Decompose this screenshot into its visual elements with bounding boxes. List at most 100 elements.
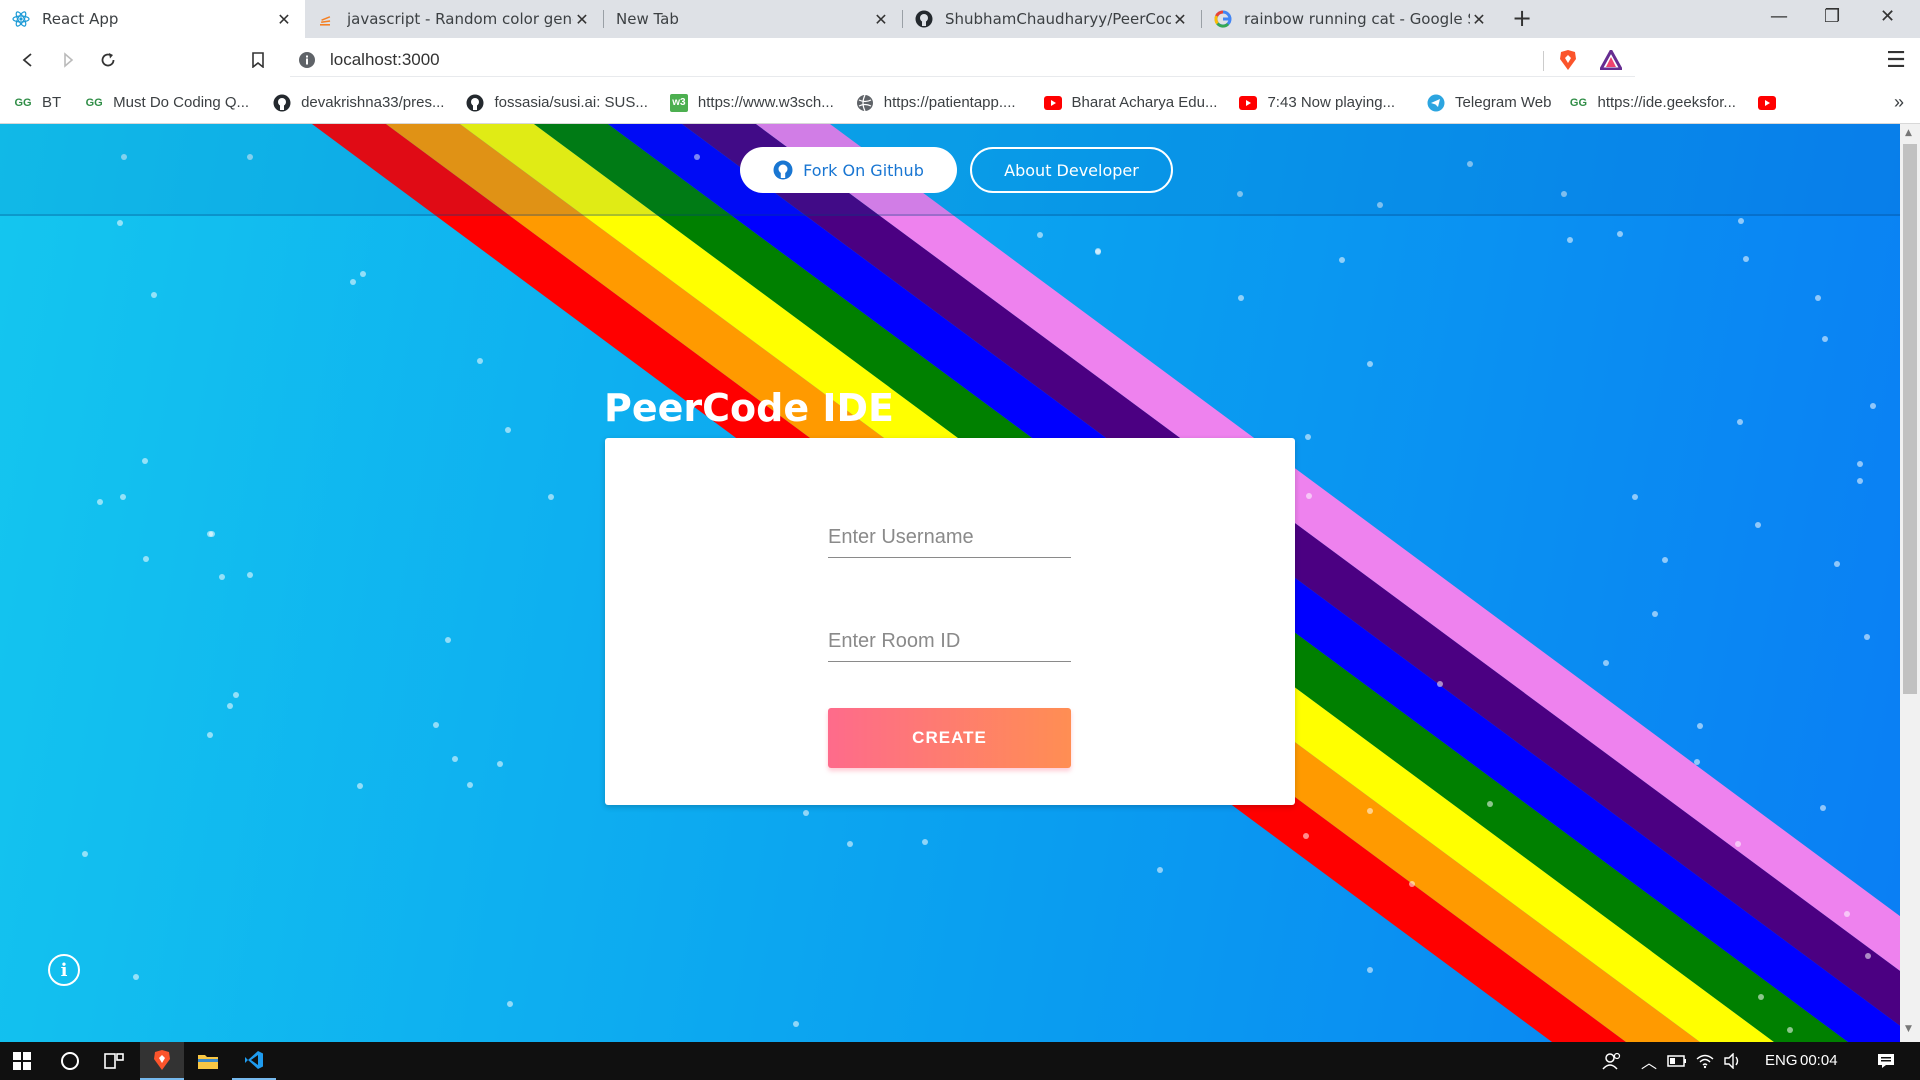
tab-github-peercode[interactable]: ShubhamChaudharyy/PeerCode-I ✕ bbox=[903, 0, 1201, 38]
navigation-bar: localhost:3000 ☰ bbox=[0, 38, 1920, 82]
url-text[interactable]: localhost:3000 bbox=[330, 50, 440, 70]
brave-browser-icon[interactable] bbox=[140, 1042, 184, 1080]
background-dot bbox=[1697, 723, 1703, 729]
reload-icon[interactable] bbox=[94, 46, 122, 74]
background-dot bbox=[467, 782, 473, 788]
youtube-icon[interactable] bbox=[1757, 95, 1776, 110]
background-dot bbox=[1743, 256, 1749, 262]
address-bar[interactable]: localhost:3000 bbox=[290, 43, 1635, 77]
task-view-icon[interactable] bbox=[92, 1042, 136, 1080]
telegram-icon bbox=[1427, 94, 1445, 112]
close-icon[interactable]: ✕ bbox=[1470, 10, 1488, 29]
background-dot bbox=[1822, 336, 1828, 342]
brave-rewards-icon[interactable] bbox=[1598, 47, 1624, 74]
background-dot bbox=[1857, 461, 1863, 467]
background-dot bbox=[227, 703, 233, 709]
background-dot bbox=[433, 722, 439, 728]
back-icon[interactable] bbox=[14, 46, 42, 74]
background-dot bbox=[143, 556, 149, 562]
tab-new-tab[interactable]: New Tab ✕ bbox=[604, 0, 902, 38]
background-dot bbox=[847, 841, 853, 847]
window-close-icon[interactable]: ✕ bbox=[1880, 6, 1895, 27]
bookmarks-overflow-button[interactable]: » bbox=[1894, 92, 1904, 113]
google-icon bbox=[1214, 10, 1232, 28]
tab-label: React App bbox=[42, 10, 119, 28]
scrollbar-thumb[interactable] bbox=[1903, 144, 1917, 694]
notifications-icon[interactable] bbox=[1866, 1042, 1906, 1080]
clock[interactable]: 00:04 bbox=[1800, 1052, 1838, 1069]
wifi-icon[interactable] bbox=[1692, 1042, 1718, 1080]
tab-javascript[interactable]: javascript - Random color generat ✕ bbox=[305, 0, 603, 38]
stackoverflow-icon bbox=[317, 10, 335, 28]
youtube-icon bbox=[1043, 94, 1062, 112]
username-input[interactable] bbox=[828, 518, 1071, 557]
info-icon[interactable]: i bbox=[48, 954, 80, 986]
room-id-field[interactable] bbox=[828, 622, 1071, 662]
background-dot bbox=[922, 839, 928, 845]
info-icon[interactable] bbox=[298, 51, 316, 73]
close-icon[interactable]: ✕ bbox=[275, 10, 293, 29]
background-dot bbox=[142, 458, 148, 464]
background-dot bbox=[1367, 361, 1373, 367]
page-viewport: Fork On Github About Developer PeerCode … bbox=[0, 124, 1900, 1042]
vscode-icon[interactable] bbox=[232, 1042, 276, 1080]
background-dot bbox=[1758, 994, 1764, 1000]
restore-icon[interactable]: ❐ bbox=[1824, 6, 1840, 27]
bookmark-item[interactable]: https://patientapp.... bbox=[856, 94, 1016, 112]
tab-label: rainbow running cat - Google Sear bbox=[1244, 10, 1470, 28]
tab-label: javascript - Random color generat bbox=[347, 10, 573, 28]
geeksforgeeks-icon: GG bbox=[85, 96, 103, 109]
language-indicator[interactable]: ENG bbox=[1765, 1052, 1798, 1069]
background-dot bbox=[1617, 231, 1623, 237]
background-dot bbox=[1095, 248, 1101, 254]
background-dot bbox=[1865, 953, 1871, 959]
youtube-icon bbox=[1239, 94, 1258, 112]
bookmark-item[interactable]: fossasia/susi.ai: SUS... bbox=[466, 94, 648, 112]
search-icon[interactable] bbox=[48, 1042, 92, 1080]
background-dot bbox=[209, 531, 215, 537]
bookmark-item[interactable]: 7:43 Now playing... bbox=[1239, 94, 1395, 112]
brave-shields-icon[interactable] bbox=[1558, 49, 1578, 75]
create-button[interactable]: CREATE bbox=[828, 708, 1071, 768]
background-dot bbox=[360, 271, 366, 277]
bookmark-item[interactable]: GG https://ide.geeksfor... bbox=[1569, 94, 1736, 112]
background-dot bbox=[1662, 557, 1668, 563]
background-dot bbox=[1787, 1027, 1793, 1033]
forward-icon[interactable] bbox=[54, 46, 82, 74]
tab-react-app[interactable]: React App ✕ bbox=[0, 0, 305, 38]
background-dot bbox=[507, 1001, 513, 1007]
windows-taskbar: ︿ ENG 00:04 bbox=[0, 1042, 1920, 1080]
bookmark-item[interactable]: Bharat Acharya Edu... bbox=[1043, 94, 1217, 112]
close-icon[interactable]: ✕ bbox=[573, 10, 591, 29]
globe-icon bbox=[856, 94, 874, 112]
bookmark-item[interactable]: GG Must Do Coding Q... bbox=[85, 94, 249, 112]
menu-icon[interactable]: ☰ bbox=[1882, 46, 1910, 74]
new-tab-button[interactable]: + bbox=[1512, 4, 1532, 32]
background-dot bbox=[1303, 833, 1309, 839]
background-dot bbox=[1306, 493, 1312, 499]
close-icon[interactable]: ✕ bbox=[1171, 10, 1189, 29]
background-dot bbox=[1738, 218, 1744, 224]
bookmark-item[interactable]: w3 https://www.w3sch... bbox=[669, 93, 834, 112]
background-dot bbox=[1037, 232, 1043, 238]
people-icon[interactable] bbox=[1596, 1042, 1628, 1080]
tab-google-search[interactable]: rainbow running cat - Google Sear ✕ bbox=[1202, 0, 1500, 38]
chevron-up-icon[interactable]: ︿ bbox=[1636, 1042, 1662, 1080]
battery-icon[interactable] bbox=[1664, 1042, 1690, 1080]
file-explorer-icon[interactable] bbox=[186, 1042, 230, 1080]
bookmark-item[interactable]: GG BT bbox=[14, 94, 61, 112]
bookmark-item[interactable]: Telegram Web bbox=[1427, 94, 1551, 112]
bookmark-item[interactable]: devakrishna33/pres... bbox=[273, 94, 444, 112]
background-dot bbox=[1870, 403, 1876, 409]
windows-start-icon[interactable] bbox=[0, 1042, 44, 1080]
minimize-icon[interactable]: — bbox=[1770, 6, 1788, 27]
close-icon[interactable]: ✕ bbox=[872, 10, 890, 29]
volume-icon[interactable] bbox=[1720, 1042, 1746, 1080]
username-field[interactable] bbox=[828, 518, 1071, 558]
fork-on-github-button[interactable]: Fork On Github bbox=[740, 147, 957, 193]
background-dot bbox=[1694, 759, 1700, 765]
about-developer-button[interactable]: About Developer bbox=[970, 147, 1173, 193]
background-dot bbox=[1632, 494, 1638, 500]
room-id-input[interactable] bbox=[828, 622, 1071, 661]
bookmark-icon[interactable] bbox=[244, 46, 272, 74]
